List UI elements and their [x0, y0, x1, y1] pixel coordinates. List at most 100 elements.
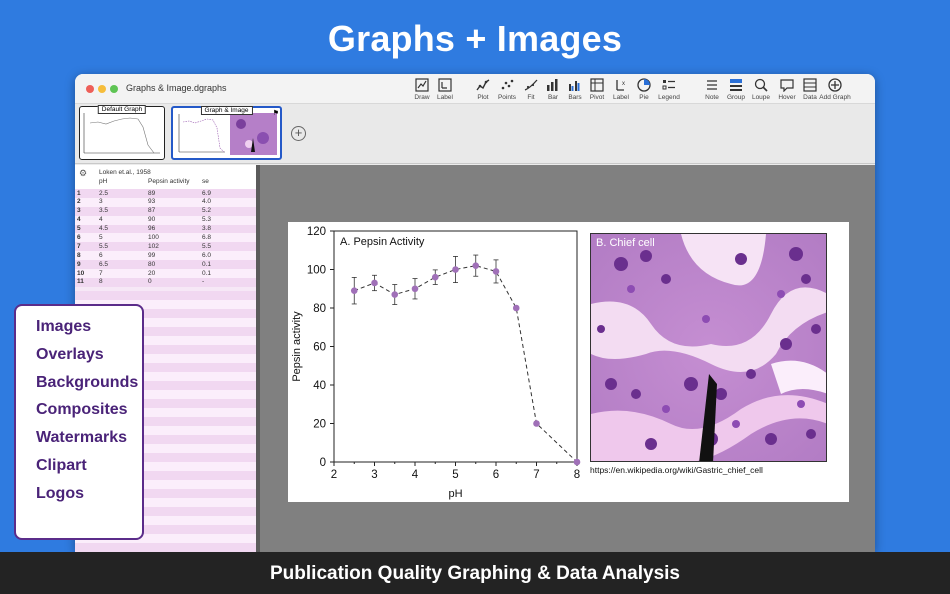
- thumbnail-default-graph[interactable]: Default Graph: [79, 105, 165, 160]
- row-number: 9: [77, 260, 81, 268]
- table-cell[interactable]: 6: [99, 252, 103, 259]
- table-cell[interactable]: 80: [148, 261, 155, 268]
- column-header-se[interactable]: se: [202, 178, 209, 185]
- table-cell[interactable]: 87: [148, 207, 155, 214]
- table-cell[interactable]: 4.0: [202, 198, 211, 205]
- y-tick-label: 40: [313, 380, 326, 392]
- table-row[interactable]: 8 6 99 6.0: [75, 251, 256, 261]
- table-row[interactable]: 10 7 20 0.1: [75, 269, 256, 278]
- add-page-button[interactable]: +: [291, 126, 306, 141]
- table-cell[interactable]: 93: [148, 198, 155, 205]
- table-cell[interactable]: 90: [148, 216, 155, 223]
- feature-item: Overlays: [36, 345, 104, 363]
- data-point[interactable]: [350, 287, 358, 294]
- table-row[interactable]: 4 4 90 5.3: [75, 215, 256, 225]
- table-cell[interactable]: 8: [99, 278, 103, 285]
- data-point[interactable]: [533, 420, 540, 427]
- feature-item: Images: [36, 318, 92, 335]
- table-cell[interactable]: 96: [148, 225, 155, 232]
- graph-page: 0 20 40 60 80 100 120 2 3 4 5 6 7 8 A. Pepsin Activity…: [288, 222, 849, 502]
- minimize-window-button[interactable]: [98, 85, 106, 93]
- row-number: 4: [77, 216, 81, 224]
- loupe-icon: [754, 78, 768, 92]
- row-number: 7: [77, 242, 81, 250]
- data-point[interactable]: [431, 273, 439, 281]
- y-axis-label: Pepsin activity: [291, 311, 303, 382]
- data-point[interactable]: [472, 262, 480, 269]
- table-cell[interactable]: 5.5: [202, 243, 211, 250]
- zoom-window-button[interactable]: [110, 85, 118, 93]
- table-cell[interactable]: 6.5: [99, 261, 108, 268]
- table-cell[interactable]: 5.2: [202, 207, 211, 214]
- table-row[interactable]: 5 4.5 96 3.8: [75, 224, 256, 234]
- toolbar-legend-button[interactable]: Legend: [653, 78, 685, 104]
- table-row[interactable]: 3 3.5 87 5.2: [75, 206, 256, 216]
- table-cell[interactable]: 99: [148, 252, 155, 259]
- table-cell[interactable]: 3.5: [99, 207, 108, 214]
- table-cell[interactable]: 5: [99, 234, 103, 241]
- data-point[interactable]: [391, 291, 399, 298]
- table-cell[interactable]: 3: [99, 198, 103, 205]
- table-cell[interactable]: 89: [148, 190, 155, 197]
- table-cell[interactable]: 4: [99, 216, 103, 223]
- bars-icon: [569, 81, 580, 91]
- series-line: [354, 265, 578, 463]
- table-cell[interactable]: 2.5: [99, 190, 108, 197]
- table-cell[interactable]: 102: [148, 243, 159, 250]
- histology-picture: [591, 234, 826, 461]
- y-tick-label: 0: [320, 457, 326, 469]
- table-row[interactable]: 11 8 0 -: [75, 277, 256, 287]
- table-row[interactable]: 9 6.5 80 0.1: [75, 260, 256, 270]
- table-cell[interactable]: 100: [148, 234, 159, 241]
- data-point[interactable]: [411, 285, 419, 293]
- feature-item: Backgrounds: [36, 373, 139, 391]
- table-cell[interactable]: 5.5: [99, 243, 108, 250]
- data-point[interactable]: [371, 279, 378, 287]
- graph-canvas: 0 20 40 60 80 100 120 2 3 4 5 6 7 8 A. Pepsin Activity…: [260, 165, 875, 552]
- gear-icon[interactable]: ⚙: [79, 168, 87, 179]
- toolbar-add-graph-button[interactable]: Add Graph: [819, 78, 851, 104]
- points-icon: [501, 79, 514, 90]
- data-point[interactable]: [573, 458, 581, 466]
- table-cell[interactable]: 6.0: [202, 252, 211, 259]
- table-cell[interactable]: 6.8: [202, 234, 211, 241]
- image-panel-title: B. Chief cell: [596, 237, 655, 249]
- toolbar-label: Add Graph: [819, 94, 851, 101]
- table-cell[interactable]: 4.5: [99, 225, 108, 232]
- pepsin-chart[interactable]: 0 20 40 60 80 100 120 2 3 4 5 6 7 8 A. Pepsin Activity…: [288, 222, 588, 502]
- close-window-button[interactable]: [86, 85, 94, 93]
- feature-item: Composites: [36, 401, 128, 419]
- data-point[interactable]: [512, 304, 520, 312]
- column-header-ph[interactable]: pH: [99, 178, 107, 185]
- table-cell[interactable]: 0: [148, 278, 152, 285]
- add-graph-icon: [828, 78, 842, 92]
- chief-cell-image[interactable]: B. Chief cell: [590, 233, 827, 462]
- y-tick-label: 20: [313, 419, 326, 431]
- table-cell[interactable]: 0.1: [202, 261, 211, 268]
- table-cell[interactable]: 20: [148, 270, 155, 277]
- table-cell[interactable]: 3.8: [202, 225, 211, 232]
- table-cell[interactable]: 7: [99, 270, 103, 277]
- data-point[interactable]: [452, 266, 459, 273]
- column-header-pepsin[interactable]: Pepsin activity: [148, 178, 190, 185]
- app-window: Graphs & Image.dgraphs Draw Label Plot Poin…: [75, 74, 875, 552]
- group-icon: [730, 79, 742, 91]
- toolbar-label-button[interactable]: Label: [429, 78, 461, 104]
- data-point[interactable]: [492, 268, 500, 275]
- table-row[interactable]: 7 5.5 102 5.5: [75, 242, 256, 252]
- table-row[interactable]: 1 2.5 89 6.9: [75, 189, 256, 198]
- thumbnail-graph-and-image[interactable]: Graph & Image ⚑: [171, 106, 282, 160]
- pie-icon: [637, 78, 651, 92]
- table-cell[interactable]: 6.9: [202, 190, 211, 197]
- feature-list-card: Images Overlays Backgrounds Composites Water…: [14, 304, 144, 540]
- table-row[interactable]: 6 5 100 6.8: [75, 233, 256, 243]
- label-icon: [438, 78, 452, 92]
- table-cell[interactable]: -: [202, 278, 204, 285]
- x-tick-label: 6: [493, 469, 499, 481]
- pivot-icon: [590, 78, 604, 92]
- table-cell[interactable]: 5.3: [202, 216, 211, 223]
- table-cell[interactable]: 0.1: [202, 270, 211, 277]
- hero-title: Graphs + Images: [327, 18, 623, 59]
- table-row[interactable]: 2 3 93 4.0: [75, 197, 256, 207]
- row-number: 1: [77, 189, 81, 197]
